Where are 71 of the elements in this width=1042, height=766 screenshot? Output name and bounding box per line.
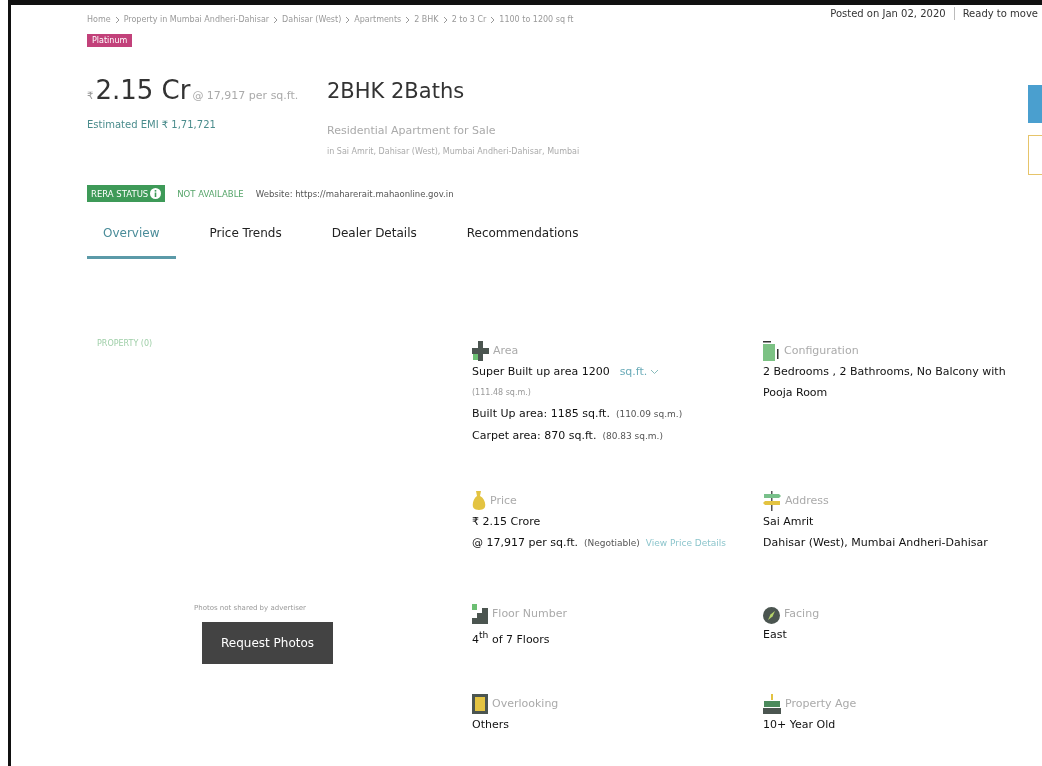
- room-icon: [763, 341, 780, 361]
- feature-value: @ 17,917 per sq.ft.: [472, 535, 578, 551]
- cropped-button[interactable]: [1028, 85, 1042, 123]
- breadcrumb-link[interactable]: Apartments: [354, 15, 402, 24]
- price-text: 2.15 Cr: [95, 75, 191, 105]
- availability-text: Ready to move: [962, 8, 1038, 19]
- feature-value: Built Up area: 1185 sq.ft.: [472, 406, 610, 422]
- emi-value: ₹ 1,71,721: [161, 119, 216, 130]
- price-details-link[interactable]: View Price Details: [645, 533, 726, 554]
- chevron-icon: [273, 15, 279, 24]
- feature-label: Facing: [784, 606, 820, 622]
- posted-date: Posted on Jan 02, 2020: [830, 8, 946, 19]
- feature-value: Sai Amrit: [763, 514, 814, 530]
- location-text: in Sai Amrit, Dahisar (West), Mumbai Andheri-Dahisar, Mumbai: [327, 147, 580, 156]
- feature-value: ₹ 2.15 Crore: [472, 514, 541, 530]
- tab[interactable]: Recommendations: [450, 226, 595, 259]
- breadcrumb-link[interactable]: 2 BHK: [414, 15, 439, 24]
- rate-text: @ 17,917 per sq.ft.: [192, 89, 299, 102]
- feature-value: 2 Bedrooms , 2 Bathrooms, No Balcony with Pooja Room: [763, 364, 1007, 401]
- tab[interactable]: Overview: [87, 226, 176, 259]
- compass-icon: [763, 607, 780, 624]
- feature-value: Others: [472, 717, 509, 733]
- rera-status-badge: RERA STATUS: [87, 185, 166, 202]
- feature-label: Property Age: [785, 696, 857, 712]
- feature-note: (110.09 sq.m.): [615, 408, 683, 421]
- signpost-icon: [763, 491, 781, 511]
- feature-label: Configuration: [784, 343, 859, 359]
- website-text: Website: https://maharerait.mahaonline.gov.in: [255, 188, 454, 199]
- feature-value: Super Built up area 1200: [472, 364, 610, 380]
- property-subtitle: Residential Apartment for Sale: [327, 124, 497, 137]
- tab[interactable]: Price Trends: [193, 226, 298, 259]
- chevron-icon: [405, 15, 411, 24]
- feature-label: Area: [493, 343, 519, 359]
- chevron-icon: [442, 15, 448, 24]
- breadcrumb-link[interactable]: 1100 to 1200 sq ft: [499, 15, 574, 24]
- feature-label: Address: [785, 493, 829, 509]
- feature-value: Carpet area: 870 sq.ft.: [472, 428, 597, 444]
- cake-icon: [763, 694, 781, 714]
- feature-note: (111.48 sq.m.): [472, 387, 531, 399]
- feature-label: Floor Number: [492, 606, 568, 622]
- breadcrumb-link[interactable]: 2 to 3 Cr: [451, 15, 487, 24]
- chevron-icon: [114, 15, 120, 24]
- feature-note: (80.83 sq.m.): [602, 430, 663, 443]
- feature-value: East: [763, 627, 787, 643]
- breadcrumb-link[interactable]: Dahisar (West): [282, 15, 342, 24]
- cropped-button[interactable]: [1028, 135, 1042, 175]
- info-icon[interactable]: [150, 188, 162, 199]
- feature-value: 4$^{th}$ of 7 Floors: [472, 628, 550, 648]
- breadcrumb-link[interactable]: Property in Mumbai Andheri-Dahisar: [123, 15, 270, 24]
- unit-dropdown[interactable]: sq.ft.: [615, 365, 660, 378]
- breadcrumb-link[interactable]: Home: [87, 15, 111, 24]
- chevron-icon: [345, 15, 351, 24]
- plus-icon: [472, 341, 489, 361]
- feature-value: Dahisar (West), Mumbai Andheri-Dahisar: [763, 535, 988, 551]
- chevron-icon: [490, 15, 496, 24]
- rera-status-value: NOT AVAILABLE: [177, 188, 244, 199]
- money-bag-icon: [472, 491, 486, 511]
- emi-label: Estimated EMI: [87, 119, 159, 130]
- tab[interactable]: Dealer Details: [315, 226, 433, 259]
- property-title: 2BHK 2Baths: [327, 79, 466, 103]
- caret-icon: [650, 368, 660, 375]
- window-icon: [472, 694, 488, 714]
- photos-heading: PROPERTY (0): [97, 339, 154, 348]
- currency-symbol: ₹: [87, 90, 94, 101]
- feature-note: (Negotiable): [583, 537, 640, 550]
- feature-label: Overlooking: [492, 696, 559, 712]
- stairs-icon: [472, 604, 488, 624]
- feature-label: Price: [490, 493, 517, 509]
- platinum-badge: Platinum: [87, 34, 133, 47]
- request-photos-button[interactable]: Request Photos: [202, 622, 334, 664]
- feature-value: 10+ Year Old: [763, 717, 836, 733]
